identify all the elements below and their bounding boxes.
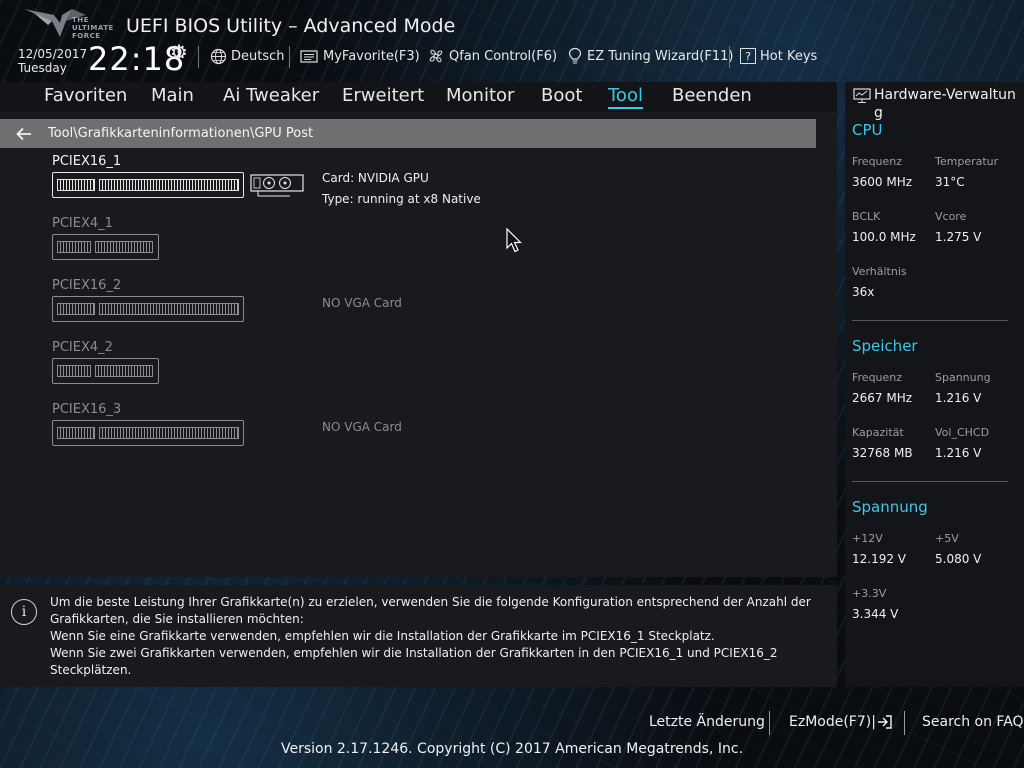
tab-main[interactable]: Main (151, 85, 194, 106)
tab-tool[interactable]: Tool (608, 85, 643, 109)
cpu-frequenz-label: Frequenz (852, 155, 903, 168)
main-panel: Tool\Grafikkarteninformationen\GPU Post … (0, 112, 837, 577)
main-nav: Favoriten Main Ai Tweaker Erweitert Moni… (0, 82, 837, 112)
section-divider (852, 481, 1008, 482)
speicher-spannung-value: 1.216 V (935, 391, 982, 405)
speicher-frequenz-label: Frequenz (852, 371, 903, 384)
cpu-frequenz-value: 3600 MHz (852, 175, 913, 189)
slot-status: NO VGA Card (322, 420, 402, 434)
speicher-heading: Speicher (852, 337, 918, 355)
breadcrumb: Tool\Grafikkarteninformationen\GPU Post (0, 119, 816, 148)
slot-label-pciex16-1: PCIEX16_1 (52, 154, 122, 169)
info-panel: i Um die beste Leistung Ihrer Grafikkart… (0, 585, 837, 687)
gear-icon[interactable]: ⚙ (170, 40, 188, 64)
tab-boot[interactable]: Boot (541, 85, 582, 106)
spannung-3v3-label: +3.3V (852, 587, 887, 600)
slot-status: NO VGA Card (322, 296, 402, 310)
mouse-cursor-icon (506, 228, 522, 253)
slot-label-pciex16-3: PCIEX16_3 (52, 402, 122, 417)
spannung-5v-value: 5.080 V (935, 552, 982, 566)
exit-arrow-icon (877, 715, 892, 729)
spannung-3v3-value: 3.344 V (852, 607, 899, 621)
version-text: Version 2.17.1246. Copyright (C) 2017 Am… (280, 741, 744, 757)
info-text: Um die beste Leistung Ihrer Grafikkarte(… (50, 595, 811, 677)
footer-divider (769, 711, 770, 735)
back-arrow-icon[interactable] (0, 127, 48, 141)
tab-beenden[interactable]: Beenden (672, 85, 752, 106)
speicher-frequenz-value: 2667 MHz (852, 391, 913, 405)
cpu-temperatur-value: 31°C (935, 175, 965, 189)
info-icon: i (11, 599, 37, 625)
pcie-slot-icon (52, 296, 244, 322)
spannung-12v-value: 12.192 V (852, 552, 907, 566)
spannung-heading: Spannung (852, 498, 928, 516)
pcie-slot-icon (52, 358, 159, 384)
ez-tuning-wizard-button[interactable]: EZ Tuning Wizard(F11) (567, 46, 733, 66)
cpu-heading: CPU (852, 121, 883, 139)
favorite-list-icon (300, 49, 318, 63)
header: THE ULTIMATE FORCE UEFI BIOS Utility – A… (0, 0, 1024, 82)
gpu-card-icon (250, 174, 304, 197)
breadcrumb-path: Tool\Grafikkarteninformationen\GPU Post (48, 126, 314, 141)
pcie-slot-icon (52, 234, 159, 260)
cpu-vcore-value: 1.275 V (935, 230, 982, 244)
cpu-vcore-label: Vcore (935, 210, 967, 223)
language-button[interactable]: Deutsch (210, 46, 285, 66)
slot-label-pciex4-2: PCIEX4_2 (52, 340, 113, 355)
footer-divider (904, 711, 905, 735)
pcie-slot-icon (52, 172, 244, 198)
cpu-verhaeltnis-label: Verhältnis (852, 265, 907, 278)
speicher-spannung-label: Spannung (935, 371, 991, 384)
card-info: Card: NVIDIA GPU Type: running at x8 Nat… (322, 168, 481, 210)
hardware-monitor-title: Hardware-Verwaltung (853, 86, 1021, 122)
header-divider (198, 46, 199, 68)
tab-monitor[interactable]: Monitor (446, 85, 514, 106)
ezmode-button[interactable]: EzMode(F7)| (789, 714, 893, 730)
spannung-12v-label: +12V (852, 532, 883, 545)
last-change-button[interactable]: Letzte Änderung (649, 714, 765, 730)
section-divider (852, 320, 1008, 321)
spannung-5v-label: +5V (935, 532, 959, 545)
slot-label-pciex4-1: PCIEX4_1 (52, 216, 113, 231)
cpu-bclk-value: 100.0 MHz (852, 230, 916, 244)
tab-ai-tweaker[interactable]: Ai Tweaker (223, 85, 319, 106)
hardware-monitor-panel: Hardware-Verwaltung CPU Frequenz Tempera… (845, 82, 1024, 687)
tab-favoriten[interactable]: Favoriten (44, 85, 127, 106)
search-faq-button[interactable]: Search on FAQ (922, 714, 1024, 730)
logo-text: THE ULTIMATE FORCE (72, 16, 114, 40)
date-display: 12/05/2017 Tuesday (18, 47, 88, 75)
cpu-temperatur-label: Temperatur (935, 155, 999, 168)
speicher-kapazitaet-value: 32768 MB (852, 446, 913, 460)
lightbulb-icon (568, 47, 582, 64)
app-title: UEFI BIOS Utility – Advanced Mode (126, 15, 456, 37)
card-type: Type: running at x8 Native (322, 192, 481, 206)
header-divider (289, 46, 290, 68)
pcie-slot-icon (52, 420, 244, 446)
speicher-vol-chcd-value: 1.216 V (935, 446, 982, 460)
speicher-kapazitaet-label: Kapazität (852, 426, 904, 439)
cpu-bclk-label: BCLK (852, 210, 881, 223)
monitor-icon (853, 88, 871, 103)
myfavorite-button[interactable]: MyFavorite(F3) (300, 46, 420, 66)
cpu-verhaeltnis-value: 36x (852, 285, 875, 299)
help-icon: ? (740, 48, 756, 64)
hot-keys-button[interactable]: ? Hot Keys (740, 46, 817, 66)
card-name: Card: NVIDIA GPU (322, 171, 429, 185)
tab-erweitert[interactable]: Erweitert (342, 85, 424, 106)
header-divider (729, 46, 730, 68)
speicher-vol-chcd-label: Vol_CHCD (935, 426, 990, 439)
qfan-control-button[interactable]: Qfan Control(F6) (427, 46, 557, 66)
globe-icon (210, 48, 227, 64)
fan-icon (429, 49, 443, 63)
slot-label-pciex16-2: PCIEX16_2 (52, 278, 122, 293)
